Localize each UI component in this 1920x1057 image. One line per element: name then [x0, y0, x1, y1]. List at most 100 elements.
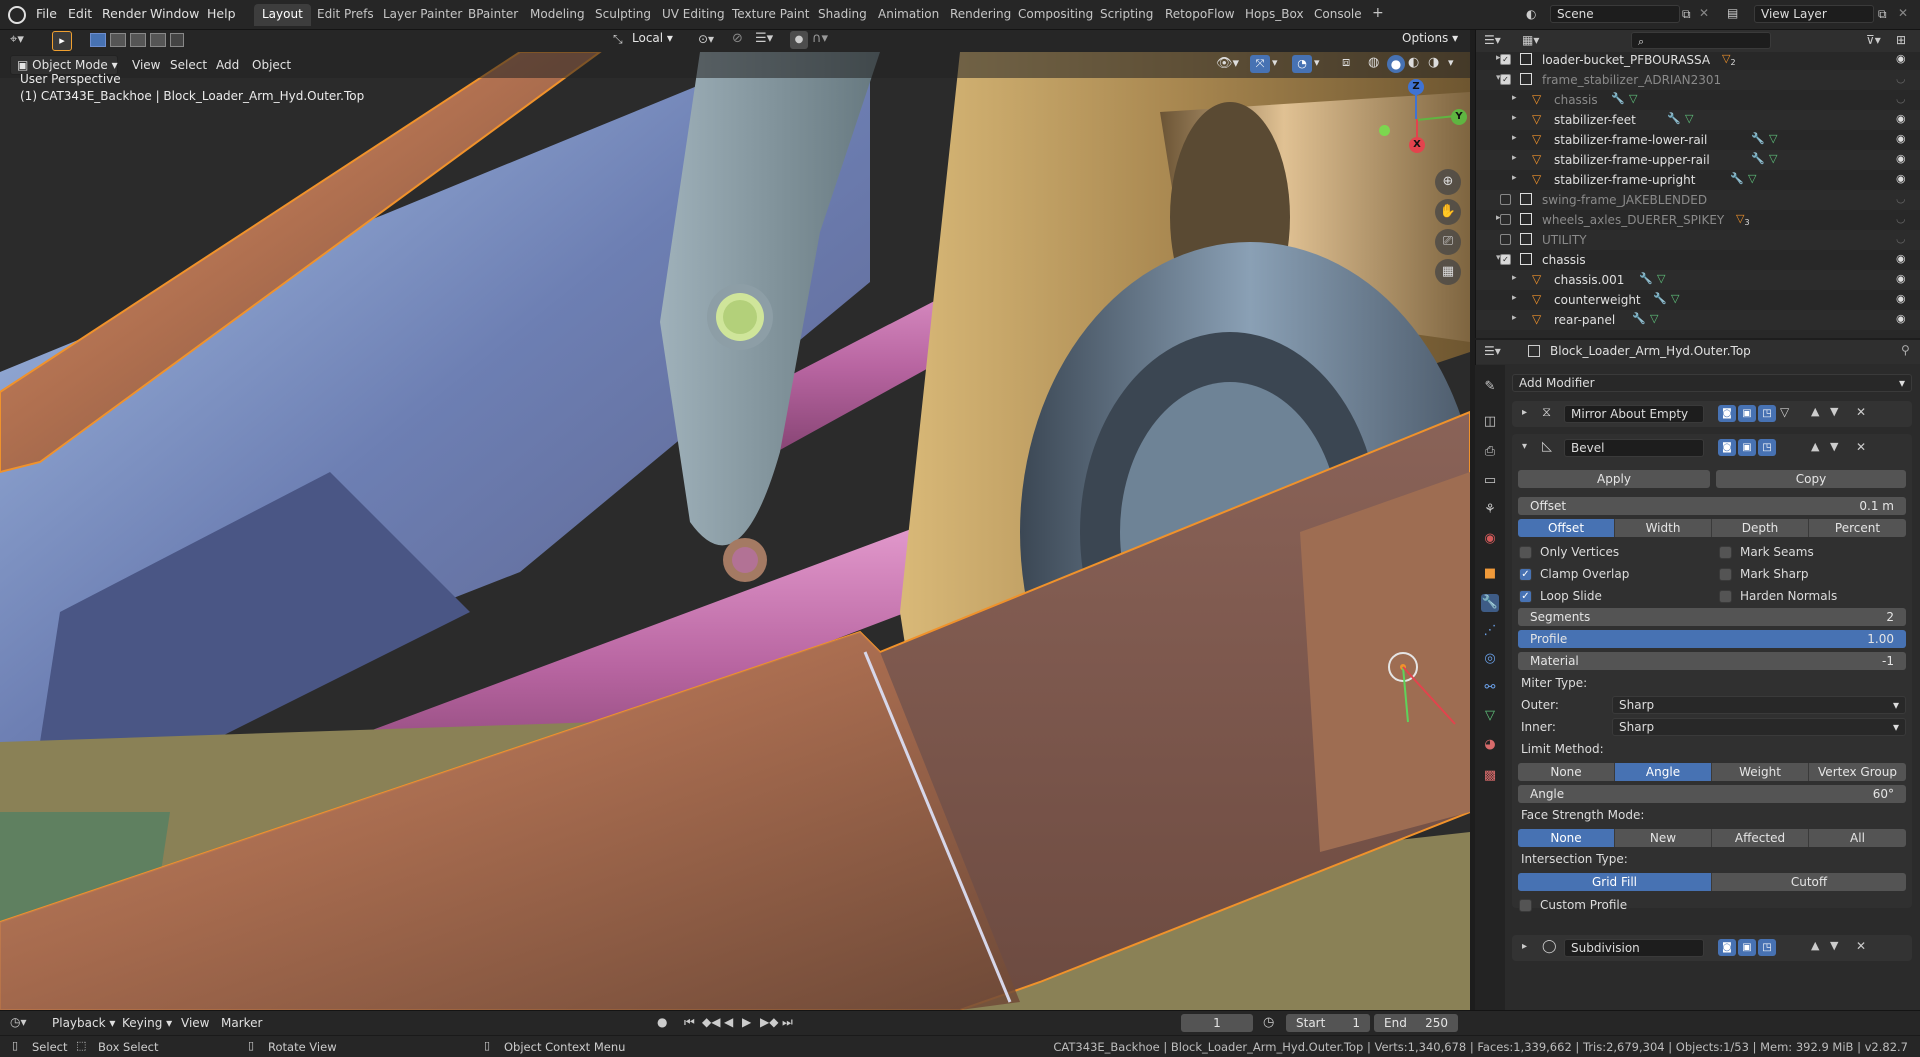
move-up-icon[interactable]: ▲	[1811, 405, 1819, 418]
menu-object[interactable]: Object	[252, 58, 291, 72]
outliner-row[interactable]: ▾ ✓ chassis ◉	[1476, 250, 1920, 270]
outliner-search-input[interactable]: ⌕	[1631, 32, 1771, 49]
shading-dropdown-icon[interactable]: ▾	[1448, 56, 1454, 69]
exclude-checkbox[interactable]: ✓	[1500, 54, 1511, 65]
bevel-move-down-icon[interactable]: ▼	[1830, 440, 1838, 453]
mesh-data-icon[interactable]: ▽	[1769, 132, 1777, 145]
menu-timeline-view[interactable]: View	[181, 1016, 209, 1030]
display-mode-icon[interactable]: ▦▾	[1522, 33, 1539, 47]
tab-modeling[interactable]: Modeling	[522, 4, 593, 26]
menu-help[interactable]: Help	[207, 6, 236, 21]
hidden-eye-icon[interactable]: ◡	[1896, 72, 1906, 85]
mesh-data-icon[interactable]: ▽	[1629, 92, 1637, 105]
menu-render[interactable]: Render	[102, 6, 147, 21]
outliner-row[interactable]: ▸ ▽ stabilizer-frame-upright 🔧 ▽ ◉	[1476, 170, 1920, 190]
disclosure-arrow-icon[interactable]: ▸	[1512, 133, 1517, 143]
hidden-eye-icon[interactable]: ◡	[1896, 192, 1906, 205]
object-properties-icon[interactable]: ■	[1481, 565, 1499, 583]
profile-slider[interactable]: Profile 1.00	[1518, 630, 1906, 648]
editor-type-icon[interactable]: ⌖▾	[10, 32, 24, 47]
filter-icon[interactable]: ⊽▾	[1866, 33, 1881, 47]
face-strength-all[interactable]: All	[1809, 829, 1906, 847]
menu-file[interactable]: File	[36, 6, 57, 21]
exclude-checkbox[interactable]	[1500, 194, 1511, 205]
bevel-modifier-name[interactable]: Bevel	[1564, 439, 1704, 457]
modifier-wrench-icon[interactable]: 🔧	[1632, 312, 1646, 325]
subdivision-move-down-icon[interactable]: ▼	[1830, 939, 1838, 952]
blender-logo-icon[interactable]	[8, 6, 26, 24]
menu-add[interactable]: Add	[216, 58, 239, 72]
pan-hand-icon[interactable]: ✋	[1435, 199, 1461, 225]
limit-weight[interactable]: Weight	[1712, 763, 1809, 781]
remove-modifier-icon[interactable]: ✕	[1856, 405, 1866, 419]
solid-shading-icon[interactable]: ●	[1387, 55, 1405, 73]
tool-properties-icon[interactable]: ✎	[1481, 378, 1499, 396]
new-scene-icon[interactable]: ⧉	[1682, 7, 1691, 22]
xray-toggle-icon[interactable]: ⧈	[1342, 55, 1350, 70]
snap-icon[interactable]: ⊘	[732, 31, 743, 46]
play-reverse-icon[interactable]: ◀	[724, 1015, 733, 1029]
subdivision-move-up-icon[interactable]: ▲	[1811, 939, 1819, 952]
transform-orientation-dropdown[interactable]: Local ▾	[632, 31, 690, 50]
bevel-remove-icon[interactable]: ✕	[1856, 440, 1866, 454]
tab-scripting[interactable]: Scripting	[1092, 4, 1161, 26]
visibility-eye-icon[interactable]: ◉	[1896, 252, 1906, 265]
exclude-checkbox[interactable]	[1500, 234, 1511, 245]
modifier-wrench-icon[interactable]: 🔧	[1653, 292, 1667, 305]
physics-properties-icon[interactable]: ◎	[1481, 650, 1499, 668]
tab-retopoflow[interactable]: RetopoFlow	[1157, 4, 1243, 26]
menu-keying[interactable]: Keying ▾	[122, 1016, 172, 1030]
outliner-editor-icon[interactable]: ☰▾	[1484, 33, 1501, 47]
box-select-mode-icon[interactable]	[90, 33, 106, 47]
modifier-wrench-icon[interactable]: 🔧	[1751, 152, 1765, 165]
rendered-shading-icon[interactable]: ◑	[1428, 55, 1439, 70]
visibility-eye-icon[interactable]: ◉	[1896, 292, 1906, 305]
hidden-eye-icon[interactable]: ◡	[1896, 92, 1906, 105]
menu-view[interactable]: View	[132, 58, 160, 72]
disclosure-arrow-icon[interactable]: ▸	[1512, 293, 1517, 303]
navigation-gizmo[interactable]: Z Y X	[1375, 77, 1467, 167]
intersect-select-mode-icon[interactable]	[150, 33, 166, 47]
view-layer-properties-icon[interactable]: ▭	[1481, 472, 1499, 490]
tab-sculpting[interactable]: Sculpting	[587, 4, 659, 26]
next-keyframe-icon[interactable]: ▶◆	[760, 1015, 778, 1029]
collapse-arrow-icon[interactable]: ▾	[1522, 441, 1527, 452]
disclosure-arrow-icon[interactable]: ▸	[1512, 113, 1517, 123]
outliner-row[interactable]: ▸ ▽ counterweight 🔧 ▽ ◉	[1476, 290, 1920, 310]
axis-neg-y-icon[interactable]	[1379, 125, 1390, 136]
expand-arrow-icon[interactable]: ▸	[1522, 407, 1527, 418]
subdivision-modifier-name[interactable]: Subdivision	[1564, 939, 1704, 957]
texture-properties-icon[interactable]: ▩	[1481, 767, 1499, 785]
width-type-offset[interactable]: Offset	[1518, 519, 1615, 537]
gizmo-toggle-icon[interactable]: ⤧	[1250, 55, 1270, 73]
extend-select-mode-icon[interactable]	[110, 33, 126, 47]
overlay-dropdown-icon[interactable]: ▾	[1314, 56, 1320, 69]
menu-window[interactable]: Window	[150, 6, 199, 21]
outliner-row[interactable]: ▸ ▽ stabilizer-feet 🔧 ▽ ◉	[1476, 110, 1920, 130]
axis-y-icon[interactable]: Y	[1451, 109, 1467, 125]
subtract-select-mode-icon[interactable]	[130, 33, 146, 47]
particle-properties-icon[interactable]: ⋰	[1481, 622, 1499, 640]
material-properties-icon[interactable]: ◕	[1481, 736, 1499, 754]
clamp-overlap-checkbox[interactable]: ✓	[1519, 568, 1532, 581]
jump-end-icon[interactable]: ⏭	[782, 1015, 793, 1030]
zoom-icon[interactable]: ⊕	[1435, 169, 1461, 195]
material-shading-icon[interactable]: ◐	[1408, 55, 1419, 70]
disclosure-arrow-icon[interactable]: ▸	[1512, 153, 1517, 163]
on-cage-icon[interactable]: ▽	[1780, 405, 1789, 419]
only-vertices-checkbox[interactable]	[1519, 546, 1532, 559]
bevel-render-toggle-icon[interactable]: ◙	[1718, 439, 1736, 456]
outliner-row[interactable]: ▸ ▽ stabilizer-frame-lower-rail 🔧 ▽ ◉	[1476, 130, 1920, 150]
hidden-eye-icon[interactable]: ◡	[1896, 232, 1906, 245]
constraint-properties-icon[interactable]: ⚯	[1481, 679, 1499, 697]
disclosure-arrow-icon[interactable]: ▸	[1512, 313, 1517, 323]
ortho-grid-icon[interactable]: ▦	[1435, 259, 1461, 285]
axis-x-icon[interactable]: X	[1409, 137, 1425, 153]
mesh-data-icon[interactable]: ▽	[1685, 112, 1693, 125]
delete-view-layer-icon[interactable]: ✕	[1898, 6, 1908, 20]
render-properties-icon[interactable]: ◫	[1481, 413, 1499, 431]
disclosure-arrow-icon[interactable]: ▸	[1512, 93, 1517, 103]
options-dropdown[interactable]: Options ▾	[1402, 31, 1464, 50]
add-workspace-button[interactable]: +	[1364, 2, 1392, 24]
bevel-move-up-icon[interactable]: ▲	[1811, 440, 1819, 453]
